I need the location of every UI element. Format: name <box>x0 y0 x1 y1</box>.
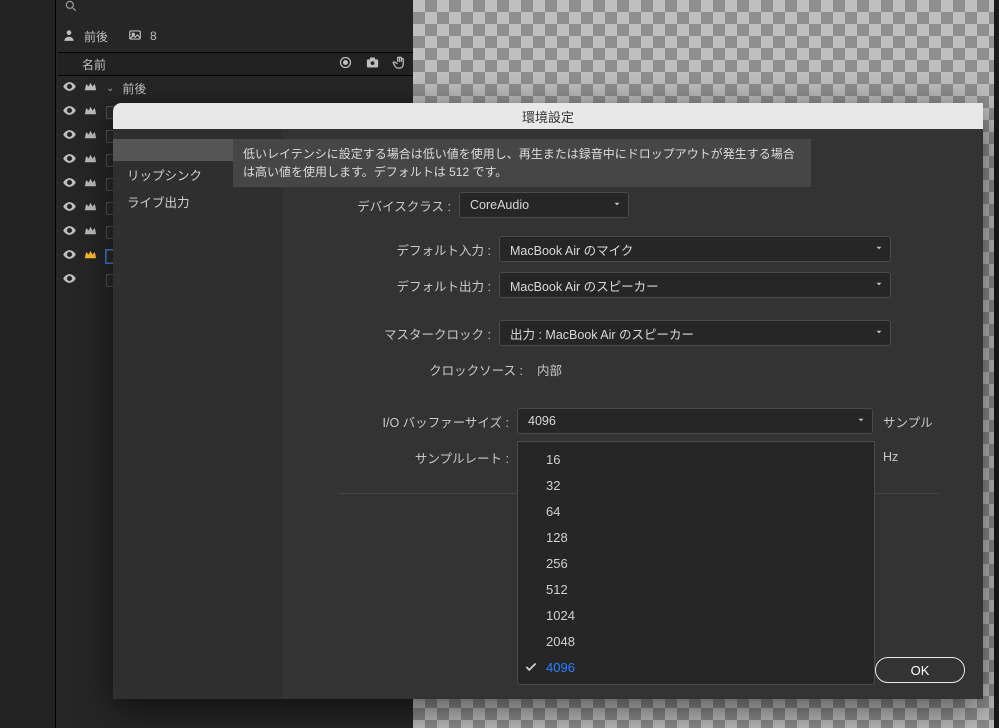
search-bar[interactable] <box>58 0 408 15</box>
label-device-class: デバイスクラス : <box>299 196 459 215</box>
check-icon <box>524 660 538 677</box>
select-value: 4096 <box>528 414 556 428</box>
select-value: CoreAudio <box>470 198 529 212</box>
image-icon <box>128 28 142 45</box>
layer-label: 前後 <box>122 80 146 97</box>
label-default-output: デフォルト出力 : <box>299 276 499 295</box>
camera-icon[interactable] <box>365 55 380 73</box>
io-buffer-dropdown[interactable]: 163264128256512102420484096 <box>517 441 875 685</box>
value-clock-source: 内部 <box>531 360 562 379</box>
dialog-main: 低いレイテンシに設定する場合は低い値を使用し、再生または録音中にドロップアウトが… <box>283 129 983 699</box>
label-master-clock: マスタークロック : <box>299 324 499 343</box>
unit-hz: Hz <box>883 450 898 464</box>
vertical-scrollbar[interactable] <box>994 0 999 728</box>
search-icon <box>64 0 78 16</box>
select-value: MacBook Air のスピーカー <box>510 276 659 295</box>
help-tooltip: 低いレイテンシに設定する場合は低い値を使用し、再生または録音中にドロップアウトが… <box>233 139 811 187</box>
eye-icon[interactable] <box>62 199 77 217</box>
column-name-label: 名前 <box>82 56 106 73</box>
label-sample-rate: サンプルレート : <box>299 448 517 467</box>
panel-header-label: 前後 <box>84 28 108 45</box>
chevron-down-icon <box>874 242 884 256</box>
eye-icon[interactable] <box>62 175 77 193</box>
chevron-down-icon <box>612 198 622 212</box>
buffer-option-128[interactable]: 128 <box>518 524 874 550</box>
select-device-class[interactable]: CoreAudio <box>459 192 629 218</box>
dialog-sidebar: リップシンク ライブ出力 <box>113 129 283 699</box>
record-icon[interactable] <box>338 55 353 73</box>
eye-icon[interactable] <box>62 247 77 265</box>
field-default-output: デフォルト出力 : MacBook Air のスピーカー <box>299 267 967 303</box>
select-master-clock[interactable]: 出力 : MacBook Air のスピーカー <box>499 320 891 346</box>
panel-header-count: 8 <box>150 29 157 43</box>
panel-header-row: 前後 8 <box>58 24 413 48</box>
field-master-clock: マスタークロック : 出力 : MacBook Air のスピーカー <box>299 315 967 351</box>
eye-icon[interactable] <box>62 79 77 97</box>
ok-button-label: OK <box>911 663 930 678</box>
select-default-input[interactable]: MacBook Air のマイク <box>499 236 891 262</box>
eye-icon[interactable] <box>62 271 77 289</box>
crown-icon <box>83 151 98 169</box>
preferences-dialog: 環境設定 リップシンク ライブ出力 低いレイテンシに設定する場合は低い値を使用し… <box>113 103 983 699</box>
sidebar-item-liveoutput[interactable]: ライブ出力 <box>113 188 283 215</box>
crown-icon <box>83 247 98 265</box>
select-default-output[interactable]: MacBook Air のスピーカー <box>499 272 891 298</box>
select-value: MacBook Air のマイク <box>510 240 633 259</box>
buffer-option-256[interactable]: 256 <box>518 550 874 576</box>
chevron-down-icon <box>874 326 884 340</box>
chevron-down-icon[interactable]: ⌄ <box>106 83 114 94</box>
chevron-down-icon <box>856 414 866 428</box>
label-clock-source: クロックソース : <box>299 360 531 379</box>
eye-icon[interactable] <box>62 127 77 145</box>
eye-icon[interactable] <box>62 223 77 241</box>
crown-icon <box>83 175 98 193</box>
crown-icon <box>83 199 98 217</box>
panel-columns-row: 名前 <box>58 52 413 76</box>
chevron-down-icon <box>874 278 884 292</box>
eye-icon[interactable] <box>62 103 77 121</box>
buffer-option-1024[interactable]: 1024 <box>518 602 874 628</box>
field-io-buffer: I/O バッファーサイズ : 4096 サンプル <box>299 403 967 439</box>
select-value: 出力 : MacBook Air のスピーカー <box>510 324 694 343</box>
crown-icon <box>83 127 98 145</box>
person-icon <box>62 28 76 45</box>
label-default-input: デフォルト入力 : <box>299 240 499 259</box>
field-clock-source: クロックソース : 内部 <box>299 351 967 387</box>
buffer-option-16[interactable]: 16 <box>518 446 874 472</box>
buffer-option-64[interactable]: 64 <box>518 498 874 524</box>
crown-icon <box>83 223 98 241</box>
buffer-option-2048[interactable]: 2048 <box>518 628 874 654</box>
crown-icon <box>83 79 98 97</box>
dialog-titlebar[interactable]: 環境設定 <box>113 103 983 129</box>
field-device-class: デバイスクラス : CoreAudio <box>299 187 967 223</box>
eye-icon[interactable] <box>62 151 77 169</box>
buffer-option-32[interactable]: 32 <box>518 472 874 498</box>
select-io-buffer[interactable]: 4096 <box>517 408 873 434</box>
buffer-option-4096[interactable]: 4096 <box>518 654 874 680</box>
hand-icon[interactable] <box>392 55 407 73</box>
layer-row-root[interactable]: ⌄ 前後 <box>58 76 413 100</box>
crown-icon <box>83 103 98 121</box>
unit-samples: サンプル <box>883 412 933 431</box>
field-default-input: デフォルト入力 : MacBook Air のマイク <box>299 231 967 267</box>
buffer-option-512[interactable]: 512 <box>518 576 874 602</box>
ok-button[interactable]: OK <box>875 657 965 683</box>
dialog-title: 環境設定 <box>522 107 574 126</box>
label-io-buffer: I/O バッファーサイズ : <box>299 412 517 431</box>
